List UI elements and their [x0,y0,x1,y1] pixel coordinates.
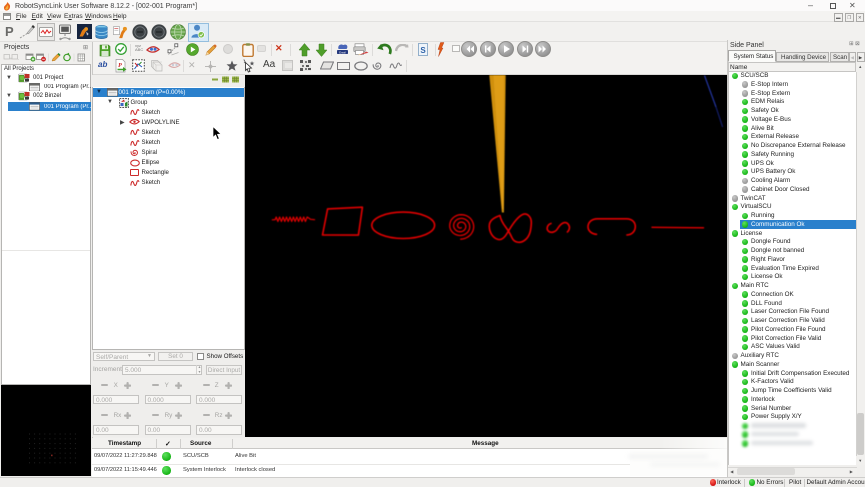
svg-text:S: S [420,45,426,54]
svg-text:P: P [118,63,122,69]
svg-text:-: - [18,57,20,63]
svg-text:Email: Email [339,51,346,55]
svg-text:+: + [10,57,13,63]
